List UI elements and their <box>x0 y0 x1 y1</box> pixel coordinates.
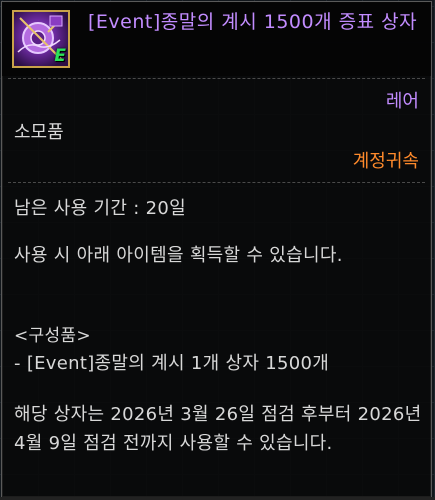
item-category: 소모품 <box>14 122 64 143</box>
item-icon: E <box>12 10 70 68</box>
remaining-period: 남은 사용 기간 : 20일 <box>14 198 186 219</box>
usage-description: 사용 시 아래 아이템을 획득할 수 있습니다. <box>14 245 343 266</box>
item-binding: 계정귀속 <box>352 151 419 172</box>
tooltip-header: E [Event]종말의 계시 1500개 증표 상자 <box>2 2 431 76</box>
contents-item: - [Event]종말의 계시 1개 상자 1500개 <box>14 353 330 374</box>
usage-notice: 해당 상자는 2026년 3월 26일 점검 후부터 2026년 4월 9일 점… <box>14 404 422 454</box>
contents-label: <구성품> <box>14 326 91 346</box>
item-tooltip: E [Event]종말의 계시 1500개 증표 상자 레어 소모품 계정귀속 … <box>1 1 432 498</box>
section-divider <box>8 182 425 183</box>
header-divider <box>8 78 425 79</box>
event-badge: E <box>54 46 66 66</box>
item-name: [Event]종말의 계시 1500개 증표 상자 <box>88 11 418 33</box>
item-rarity: 레어 <box>385 91 419 112</box>
